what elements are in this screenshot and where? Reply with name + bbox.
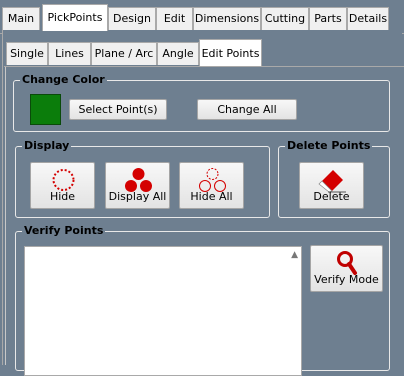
tab-pickpoints[interactable]: PickPoints	[42, 4, 108, 31]
change-color-group: Change Color Select Point(s) Change All	[13, 73, 390, 132]
tab-dimensions[interactable]: Dimensions	[193, 7, 261, 30]
subtab-single[interactable]: Single	[6, 42, 48, 65]
hide-all-button[interactable]: Hide All	[179, 162, 244, 209]
subtab-edit-points[interactable]: Edit Points	[199, 39, 262, 66]
display-title: Display	[22, 139, 72, 153]
tab-parts[interactable]: Parts	[309, 7, 347, 30]
delete-label: Delete	[313, 190, 350, 203]
verify-mode-label: Verify Mode	[314, 273, 379, 286]
tab-edit[interactable]: Edit	[156, 7, 193, 30]
select-points-button[interactable]: Select Point(s)	[69, 99, 167, 120]
tab-details[interactable]: Details	[347, 7, 389, 30]
display-all-button[interactable]: Display All	[105, 162, 170, 209]
subtab-lines[interactable]: Lines	[48, 42, 91, 65]
tab-cutting[interactable]: Cutting	[261, 7, 309, 30]
change-all-button[interactable]: Change All	[197, 99, 297, 120]
select-points-label: Select Point(s)	[78, 103, 158, 116]
change-all-label: Change All	[217, 103, 277, 116]
delete-points-group: Delete Points Delete	[278, 139, 390, 218]
display-all-label: Display All	[108, 190, 167, 203]
change-color-title: Change Color	[20, 73, 107, 87]
delete-button[interactable]: Delete	[299, 162, 364, 209]
hide-label: Hide	[49, 190, 76, 203]
hide-button[interactable]: Hide	[30, 162, 95, 209]
display-group: Display Hide Display All Hide All	[15, 139, 270, 218]
color-swatch[interactable]	[30, 94, 61, 125]
sub-tab-strip: Single Lines Plane / Arc Angle Edit Poin…	[0, 37, 404, 67]
subtab-angle[interactable]: Angle	[157, 42, 199, 65]
verify-points-group: Verify Points ▲ Verify Mode	[15, 224, 390, 376]
scroll-up-arrow-icon[interactable]: ▲	[291, 250, 298, 260]
verify-points-list[interactable]: ▲	[24, 246, 302, 376]
verify-points-title: Verify Points	[22, 224, 106, 238]
delete-points-title: Delete Points	[285, 139, 373, 153]
subtab-plane-arc[interactable]: Plane / Arc	[91, 42, 157, 65]
tab-design[interactable]: Design	[108, 7, 156, 30]
tab-main[interactable]: Main	[2, 7, 40, 30]
top-tab-strip: Main PickPoints Design Edit Dimensions C…	[0, 4, 404, 34]
verify-mode-button[interactable]: Verify Mode	[310, 245, 383, 292]
hide-all-label: Hide All	[190, 190, 233, 203]
